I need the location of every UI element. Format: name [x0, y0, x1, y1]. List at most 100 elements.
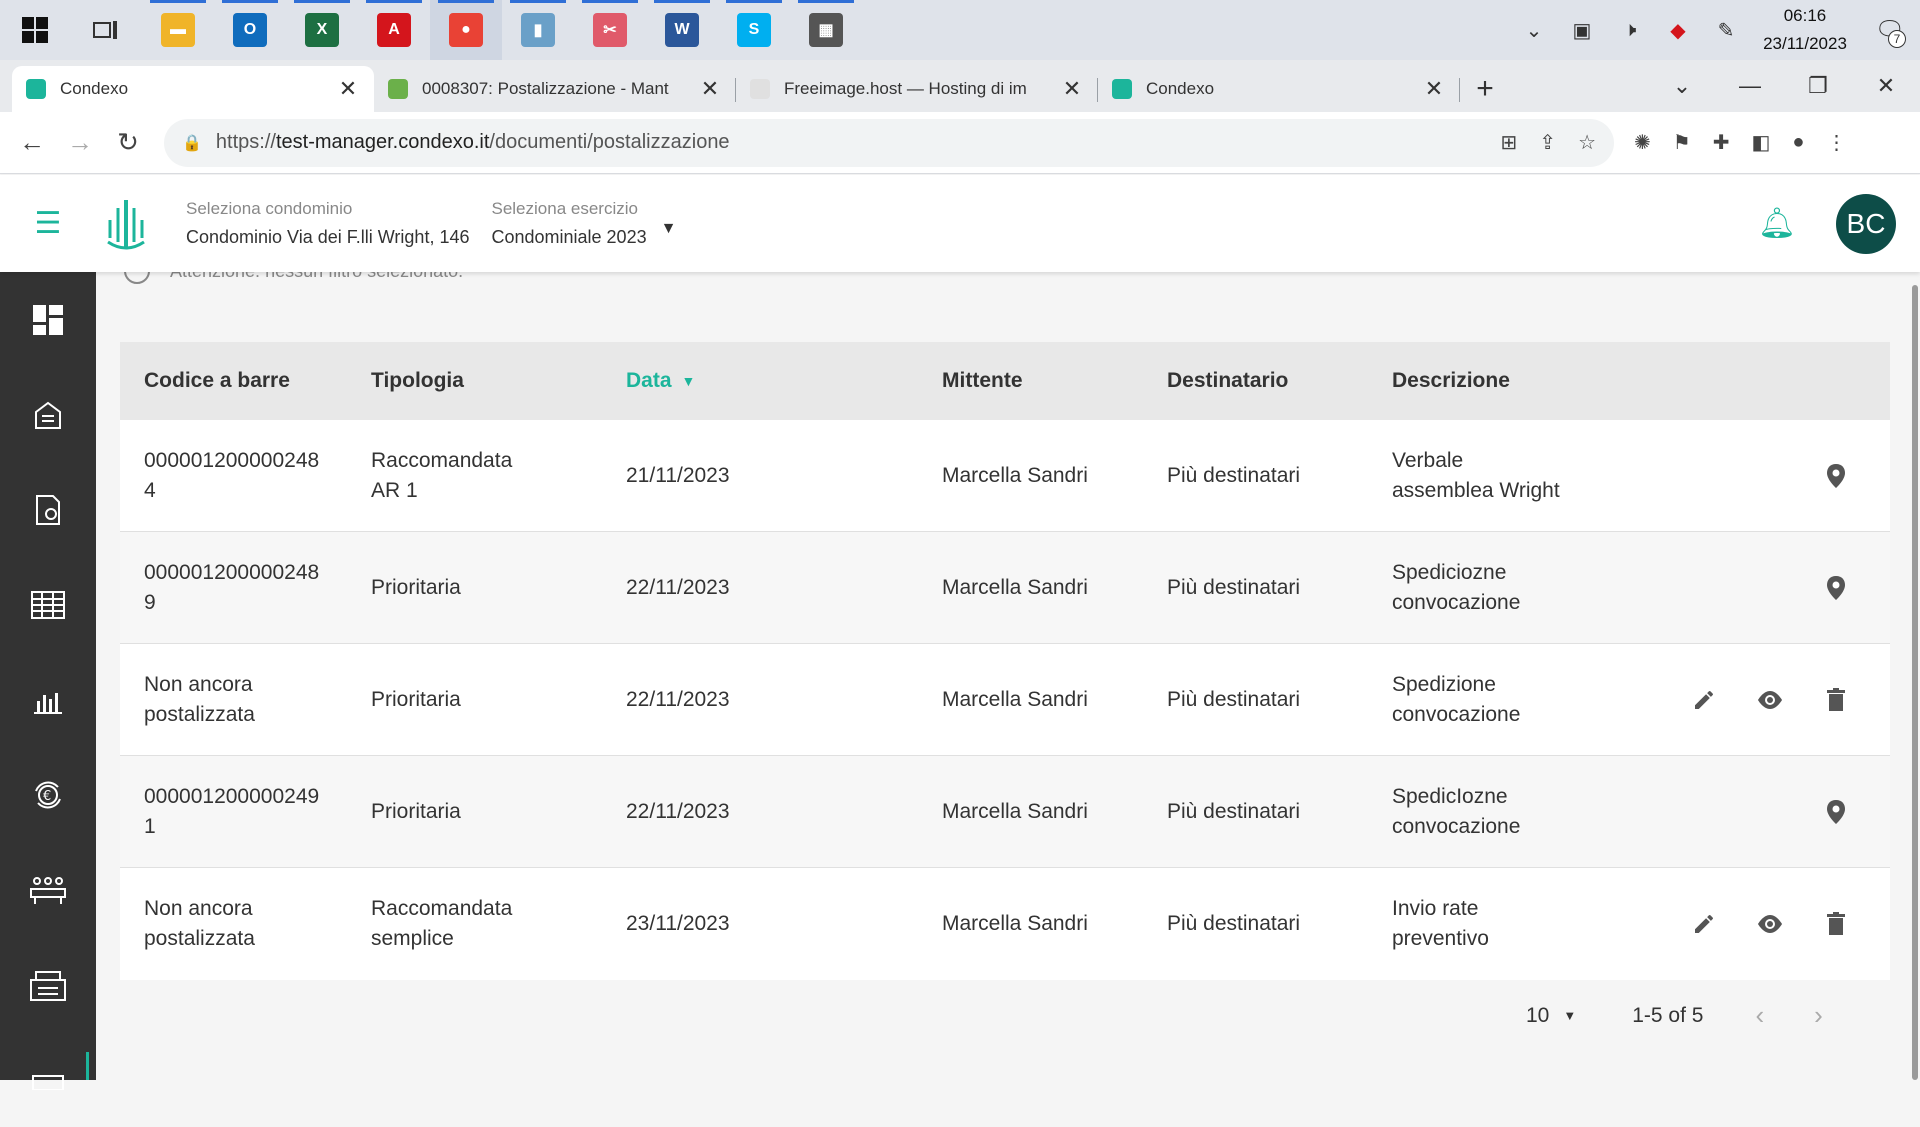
browser-tab[interactable]: Freeimage.host — Hosting di im ✕: [736, 66, 1098, 112]
close-tab-icon[interactable]: ✕: [1060, 76, 1084, 102]
sidebar-item-dashboard[interactable]: [0, 272, 96, 367]
minimize-button[interactable]: —: [1716, 73, 1784, 99]
rows-per-page-value: 10: [1526, 1003, 1550, 1027]
sidebar-item-table[interactable]: [0, 557, 96, 652]
sidebar-item-meeting[interactable]: [0, 842, 96, 937]
condominio-value: Condominio Via dei F.lli Wright, 146: [186, 227, 470, 247]
menu-icon[interactable]: ☰: [0, 206, 96, 241]
reload-button[interactable]: ↻: [104, 119, 152, 167]
sidebar-item-mail[interactable]: [0, 937, 96, 1032]
side-panel-icon[interactable]: ◧: [1751, 130, 1770, 155]
col-codice[interactable]: Codice a barre: [120, 366, 371, 396]
taskbar-app[interactable]: X: [286, 0, 358, 60]
restore-button[interactable]: ❐: [1784, 73, 1852, 99]
location-pin-icon[interactable]: [1822, 574, 1850, 602]
tab-search-icon[interactable]: ⌄: [1648, 73, 1716, 99]
sidebar-item-documents[interactable]: [0, 462, 96, 557]
condominio-selector[interactable]: Seleziona condominio Condominio Via dei …: [186, 199, 469, 248]
windows-start-button[interactable]: [0, 0, 70, 60]
trash-icon[interactable]: [1822, 910, 1850, 938]
cell-data: 22/11/2023: [626, 799, 730, 823]
cell-codice-line1: 000001200000248: [144, 448, 320, 472]
trash-icon[interactable]: [1822, 686, 1850, 714]
tab-favicon-icon: [1112, 79, 1132, 99]
sidebar-item-payments[interactable]: €: [0, 747, 96, 842]
close-tab-icon[interactable]: ✕: [698, 76, 722, 102]
edit-pencil-icon[interactable]: [1690, 910, 1718, 938]
taskbar-app[interactable]: O: [214, 0, 286, 60]
eye-icon[interactable]: [1756, 686, 1784, 714]
taskbar-app[interactable]: S: [718, 0, 790, 60]
sidebar-item-statistics[interactable]: [0, 652, 96, 747]
prev-page-button[interactable]: ‹: [1755, 1000, 1764, 1031]
bookmark-star-icon[interactable]: ☆: [1578, 130, 1596, 155]
chevron-up-icon[interactable]: ⌄: [1510, 0, 1558, 60]
taskbar-app[interactable]: ✂: [574, 0, 646, 60]
browser-menu-icon[interactable]: ⋮: [1826, 130, 1846, 155]
notification-center-button[interactable]: 🗨 7: [1860, 0, 1920, 60]
clock[interactable]: 06:16 23/11/2023: [1750, 2, 1860, 58]
office-update-icon[interactable]: ◆: [1654, 0, 1702, 60]
pen-icon[interactable]: ✎: [1702, 0, 1750, 60]
page-scrollbar[interactable]: [1912, 285, 1918, 1080]
profile-icon[interactable]: ●: [1792, 131, 1804, 154]
browser-tab[interactable]: 0008307: Postalizzazione - Mant ✕: [374, 66, 736, 112]
col-destinatario[interactable]: Destinatario: [1167, 369, 1392, 393]
sidebar-active-marker: [86, 1052, 89, 1080]
bell-icon[interactable]: 🔔︎: [1758, 206, 1796, 241]
col-mittente[interactable]: Mittente: [942, 369, 1167, 393]
taskbar-app[interactable]: ▮: [502, 0, 574, 60]
extension-2-icon[interactable]: ⚑: [1673, 130, 1691, 155]
location-pin-icon[interactable]: [1822, 462, 1850, 490]
table-row[interactable]: 000001200000248 9 Prioritaria 22/11/2023 Mar…: [120, 532, 1890, 644]
back-button[interactable]: ←: [8, 119, 56, 167]
caret-down-icon[interactable]: ▼: [661, 220, 677, 238]
lock-icon[interactable]: 🔒: [182, 133, 202, 153]
col-descrizione[interactable]: Descrizione: [1392, 366, 1652, 396]
esercizio-value: Condominiale 2023: [491, 227, 647, 247]
building-icon: [35, 401, 61, 429]
taskbar-app[interactable]: ●: [430, 0, 502, 60]
sort-desc-icon: ▼: [681, 373, 696, 389]
table-row[interactable]: 000001200000248 4 Raccomandata AR 1 21/11/20…: [120, 420, 1890, 532]
esercizio-selector[interactable]: Seleziona esercizio Condominiale 2023 ▼: [491, 199, 676, 248]
meeting-icon: [30, 876, 66, 904]
forward-button[interactable]: →: [56, 119, 104, 167]
address-bar[interactable]: 🔒 https://test-manager.condexo.it/docume…: [164, 118, 1614, 167]
edit-pencil-icon[interactable]: [1690, 686, 1718, 714]
task-view-button[interactable]: [70, 0, 142, 60]
table-header: Codice a barre Tipologia Data ▼ Mittente …: [120, 342, 1890, 420]
table-row[interactable]: 000001200000249 1 Prioritaria 22/11/2023 Mar…: [120, 756, 1890, 868]
rows-per-page-select[interactable]: 10 ▼: [1526, 1004, 1576, 1028]
document-settings-icon: [36, 494, 60, 525]
display-icon[interactable]: ▣: [1558, 0, 1606, 60]
taskbar-app[interactable]: A: [358, 0, 430, 60]
sidebar-item-building[interactable]: [0, 367, 96, 462]
next-page-button[interactable]: ›: [1814, 1000, 1823, 1031]
avatar[interactable]: BC: [1836, 193, 1896, 254]
table-row[interactable]: Non ancora postalizzata Prioritaria 22/11/2…: [120, 644, 1890, 756]
extension-1-icon[interactable]: ✺: [1634, 130, 1651, 155]
close-tab-icon[interactable]: ✕: [336, 76, 360, 102]
location-pin-icon[interactable]: [1822, 798, 1850, 826]
extensions-puzzle-icon[interactable]: ✚: [1713, 130, 1730, 155]
translate-icon[interactable]: ⊞: [1501, 130, 1518, 155]
table-row[interactable]: Non ancora postalizzata Raccomandata sempli…: [120, 868, 1890, 980]
browser-tab[interactable]: Condexo ✕: [12, 66, 374, 112]
eye-icon[interactable]: [1756, 910, 1784, 938]
browser-tab[interactable]: Condexo ✕: [1098, 66, 1460, 112]
col-data[interactable]: Data ▼: [626, 369, 942, 393]
cell-descrizione: Invio rate preventivo: [1392, 894, 1652, 954]
share-icon[interactable]: ⇪: [1539, 130, 1556, 155]
taskbar-app[interactable]: W: [646, 0, 718, 60]
condexo-logo[interactable]: [96, 194, 156, 254]
col-tipologia[interactable]: Tipologia: [371, 366, 626, 396]
clock-date: 23/11/2023: [1763, 34, 1847, 53]
close-window-button[interactable]: ✕: [1852, 73, 1920, 99]
cell-codice: Non ancora postalizzata: [120, 894, 371, 954]
taskbar-app[interactable]: ▬: [142, 0, 214, 60]
taskbar-app[interactable]: ▦: [790, 0, 862, 60]
new-tab-button[interactable]: +: [1460, 66, 1510, 112]
speaker-muted-icon[interactable]: 🕨: [1606, 0, 1654, 60]
close-tab-icon[interactable]: ✕: [1422, 76, 1446, 102]
